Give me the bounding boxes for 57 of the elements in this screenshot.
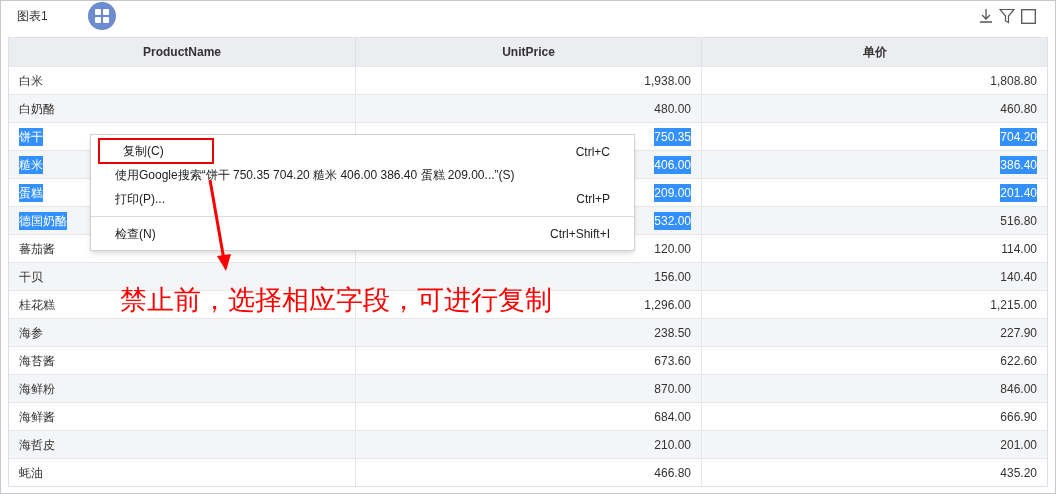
- table-cell-text: 海苔酱: [19, 352, 55, 370]
- table-cell: 532.00: [654, 211, 691, 230]
- table-cell-text: 673.60: [654, 352, 691, 370]
- table-cell-text: 466.80: [654, 464, 691, 482]
- table-cell-text: 622.60: [1000, 352, 1037, 370]
- table-cell: 蛋糕: [19, 183, 43, 202]
- table-cell-text: 684.00: [654, 408, 691, 426]
- table-cell-text: 114.00: [1001, 240, 1037, 258]
- annotation-text: 禁止前，选择相应字段，可进行复制: [120, 283, 552, 317]
- table-cell-text: 白奶酪: [19, 100, 55, 118]
- table-cell-text: 1,808.80: [990, 72, 1037, 90]
- table-cell-text: 210.00: [654, 436, 691, 454]
- table-cell-text: 海鲜酱: [19, 408, 55, 426]
- table-cell-text: 156.00: [654, 268, 691, 286]
- table-cell-text: 干贝: [19, 268, 43, 286]
- grid-view-icon[interactable]: [87, 2, 116, 30]
- table-cell: 406.00: [654, 155, 691, 174]
- download-icon[interactable]: [979, 8, 993, 24]
- table-cell: 201.40: [1000, 183, 1037, 202]
- table-cell-text: 201.00: [1000, 436, 1037, 454]
- table-cell-text: 1,215.00: [990, 296, 1037, 314]
- column-header: ProductName: [142, 44, 222, 61]
- table-cell-text: 桂花糕: [19, 296, 55, 314]
- table-cell: 糙米: [19, 155, 43, 174]
- menu-item[interactable]: 打印(P)... Ctrl+P: [91, 187, 634, 211]
- table-cell: 209.00: [654, 183, 691, 202]
- table-cell-text: 846.00: [1000, 380, 1037, 398]
- table-cell-text: 蚝油: [19, 464, 43, 482]
- menu-item[interactable]: 使用Google搜索“饼干 750.35 704.20 糙米 406.00 386.40 蛋糕 209.00...”(S): [91, 163, 634, 187]
- menu-item[interactable]: 复制(C): [99, 139, 213, 163]
- menu-item[interactable]: 检查(N) Ctrl+Shift+I: [91, 222, 634, 246]
- table-cell-text: 蕃茄酱: [19, 240, 55, 258]
- table-cell-text: 140.40: [1000, 268, 1037, 286]
- table-cell-text: 516.80: [1000, 212, 1037, 230]
- table-cell-text: 海参: [19, 324, 43, 342]
- table-cell-text: 480.00: [654, 100, 691, 118]
- table-cell-text: 120.00: [654, 240, 691, 258]
- table-cell-text: 海鲜粉: [19, 380, 55, 398]
- table-cell-text: 435.20: [1000, 464, 1037, 482]
- table-cell: 饼干: [19, 127, 43, 146]
- table-cell-text: 666.90: [1000, 408, 1037, 426]
- table-cell: 704.20: [1000, 127, 1037, 146]
- shortcut-label: Ctrl+C: [575, 144, 610, 161]
- table-cell-text: 1,296.00: [644, 296, 691, 314]
- table-cell: 750.35: [654, 127, 691, 146]
- table-cell-text: 460.80: [1000, 100, 1037, 118]
- panel-title: 图表1: [17, 8, 48, 25]
- table-cell-text: 238.50: [654, 324, 691, 342]
- maximize-icon[interactable]: [1021, 8, 1036, 24]
- table-cell: 386.40: [1000, 155, 1037, 174]
- table-cell-text: 1,938.00: [644, 72, 691, 90]
- filter-icon[interactable]: [999, 8, 1015, 24]
- table-cell: 德国奶酪: [19, 211, 67, 230]
- table-cell-text: 227.90: [1000, 324, 1037, 342]
- table-cell-text: 海哲皮: [19, 436, 55, 454]
- table-cell-text: 870.00: [654, 380, 691, 398]
- table-cell-text: 白米: [19, 72, 43, 90]
